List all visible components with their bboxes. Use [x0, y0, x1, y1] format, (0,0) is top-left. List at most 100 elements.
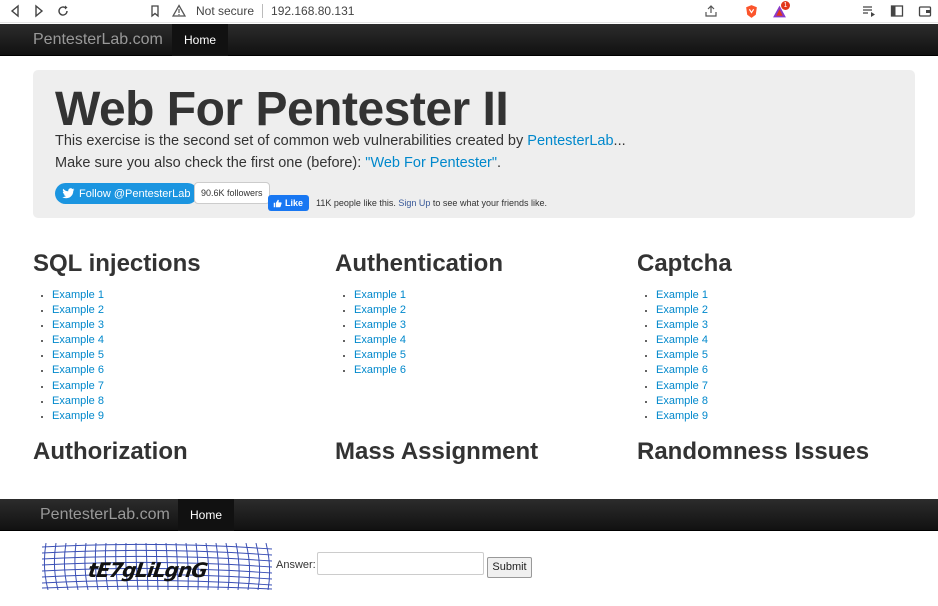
bookmark-icon[interactable] [144, 0, 166, 22]
example-link[interactable]: Example 3 [656, 319, 708, 331]
brave-rewards-icon[interactable]: 1 [770, 1, 790, 20]
example-link[interactable]: Example 2 [52, 304, 104, 316]
thumbs-up-icon [273, 199, 282, 207]
example-link[interactable]: Example 5 [656, 349, 708, 361]
list-item: Example 6 [52, 363, 313, 378]
example-link[interactable]: Example 8 [52, 395, 104, 407]
facebook-signup-link[interactable]: Sign Up [398, 198, 430, 208]
browser-toolbar: Not secure 192.168.80.131 1 [0, 0, 938, 23]
list-item: Example 8 [52, 394, 313, 409]
example-link[interactable]: Example 4 [52, 334, 104, 346]
hero-intro-text: This exercise is the second set of commo… [55, 133, 528, 149]
like-count-text: 11K people like this. [316, 198, 399, 208]
example-link[interactable]: Example 7 [656, 380, 708, 392]
twitter-follow-button[interactable]: Follow @PentesterLab [55, 183, 199, 204]
section-authentication: Authentication Example 1 Example 2 Examp… [335, 250, 615, 379]
list-item: Example 4 [354, 333, 615, 348]
web-for-pentester-link[interactable]: "Web For Pentester" [365, 155, 497, 171]
list-item: Example 1 [52, 288, 313, 303]
section-title-randomness: Randomness Issues [637, 438, 870, 465]
twitter-bird-icon [62, 188, 75, 199]
hero-intro-suffix: ... [613, 133, 626, 149]
hero-note-suffix: . [497, 155, 502, 171]
list-item: Example 3 [354, 318, 615, 333]
example-link[interactable]: Example 3 [354, 319, 406, 331]
brave-shield-icon[interactable] [742, 2, 760, 20]
captcha-image: tE7gLiLgnG [40, 542, 274, 591]
list-item: Example 6 [354, 363, 615, 378]
example-list: Example 1 Example 2 Example 3 Example 4 … [52, 288, 313, 424]
example-link[interactable]: Example 2 [354, 304, 406, 316]
wallet-icon[interactable] [916, 2, 934, 20]
section-title: Authentication [335, 250, 503, 277]
list-item: Example 4 [656, 333, 917, 348]
example-link[interactable]: Example 3 [52, 319, 104, 331]
hero-intro: This exercise is the second set of commo… [55, 133, 626, 149]
list-item: Example 5 [52, 348, 313, 363]
like-social-text: 11K people like this. Sign Up to see wha… [316, 198, 547, 208]
followers-count[interactable]: 90.6K followers [194, 182, 270, 204]
list-item: Example 4 [52, 333, 313, 348]
reload-icon[interactable] [52, 0, 74, 22]
top-navbar: PentesterLab.com Home [0, 24, 938, 56]
list-item: Example 1 [656, 288, 917, 303]
example-link[interactable]: Example 8 [656, 395, 708, 407]
brand-link[interactable]: PentesterLab.com [33, 24, 163, 56]
forward-icon[interactable] [28, 0, 50, 22]
url-separator [262, 4, 264, 18]
playlist-icon[interactable] [860, 2, 878, 20]
hero-note-text: Make sure you also check the first one (… [55, 155, 366, 171]
url-text[interactable]: 192.168.80.131 [271, 4, 354, 18]
example-link[interactable]: Example 7 [52, 380, 104, 392]
list-item: Example 6 [656, 363, 917, 378]
like-friends-text: to see what your friends like. [430, 198, 547, 208]
share-icon[interactable] [702, 2, 720, 20]
example-link[interactable]: Example 2 [656, 304, 708, 316]
example-link[interactable]: Example 5 [354, 349, 406, 361]
brand-link[interactable]: PentesterLab.com [40, 499, 170, 531]
nav-home[interactable]: Home [178, 499, 235, 531]
section-title-mass-assignment: Mass Assignment [335, 438, 539, 465]
follow-label: Follow @PentesterLab [79, 187, 191, 200]
list-item: Example 5 [656, 348, 917, 363]
section-title: Captcha [637, 250, 732, 277]
example-link[interactable]: Example 1 [354, 289, 406, 301]
hero-unit: Web For Pentester II This exercise is th… [33, 70, 915, 218]
sidebar-icon[interactable] [888, 2, 906, 20]
back-icon[interactable] [4, 0, 26, 22]
example-link[interactable]: Example 9 [52, 410, 104, 422]
list-item: Example 5 [354, 348, 615, 363]
like-label: Like [285, 198, 304, 208]
example-link[interactable]: Example 6 [52, 364, 104, 376]
page-title: Web For Pentester II [55, 83, 509, 136]
notification-badge: 1 [781, 1, 790, 10]
example-link[interactable]: Example 6 [354, 364, 406, 376]
section-captcha: Captcha Example 1 Example 2 Example 3 Ex… [637, 250, 917, 424]
address-bar[interactable]: Not secure 192.168.80.131 [172, 0, 354, 22]
warning-icon [172, 4, 186, 17]
pentesterlab-link[interactable]: PentesterLab [527, 133, 613, 149]
example-link[interactable]: Example 5 [52, 349, 104, 361]
submit-button[interactable]: Submit [487, 557, 532, 578]
security-label: Not secure [196, 4, 255, 18]
hero-note: Make sure you also check the first one (… [55, 155, 501, 171]
example-link[interactable]: Example 9 [656, 410, 708, 422]
captcha-text: tE7gLiLgnG [87, 558, 210, 582]
list-item: Example 3 [52, 318, 313, 333]
list-item: Example 1 [354, 288, 615, 303]
facebook-like-button[interactable]: Like [268, 195, 310, 211]
answer-label: Answer: [276, 559, 316, 571]
list-item: Example 7 [656, 379, 917, 394]
example-link[interactable]: Example 4 [656, 334, 708, 346]
example-link[interactable]: Example 1 [656, 289, 708, 301]
example-list: Example 1 Example 2 Example 3 Example 4 … [656, 288, 917, 424]
example-link[interactable]: Example 4 [354, 334, 406, 346]
list-item: Example 7 [52, 379, 313, 394]
toolbar-right: 1 [702, 0, 934, 22]
nav-home[interactable]: Home [172, 24, 229, 56]
section-title-authorization: Authorization [33, 438, 188, 465]
embedded-navbar: PentesterLab.com Home [0, 499, 938, 531]
answer-input[interactable] [317, 552, 484, 575]
example-link[interactable]: Example 6 [656, 364, 708, 376]
example-link[interactable]: Example 1 [52, 289, 104, 301]
